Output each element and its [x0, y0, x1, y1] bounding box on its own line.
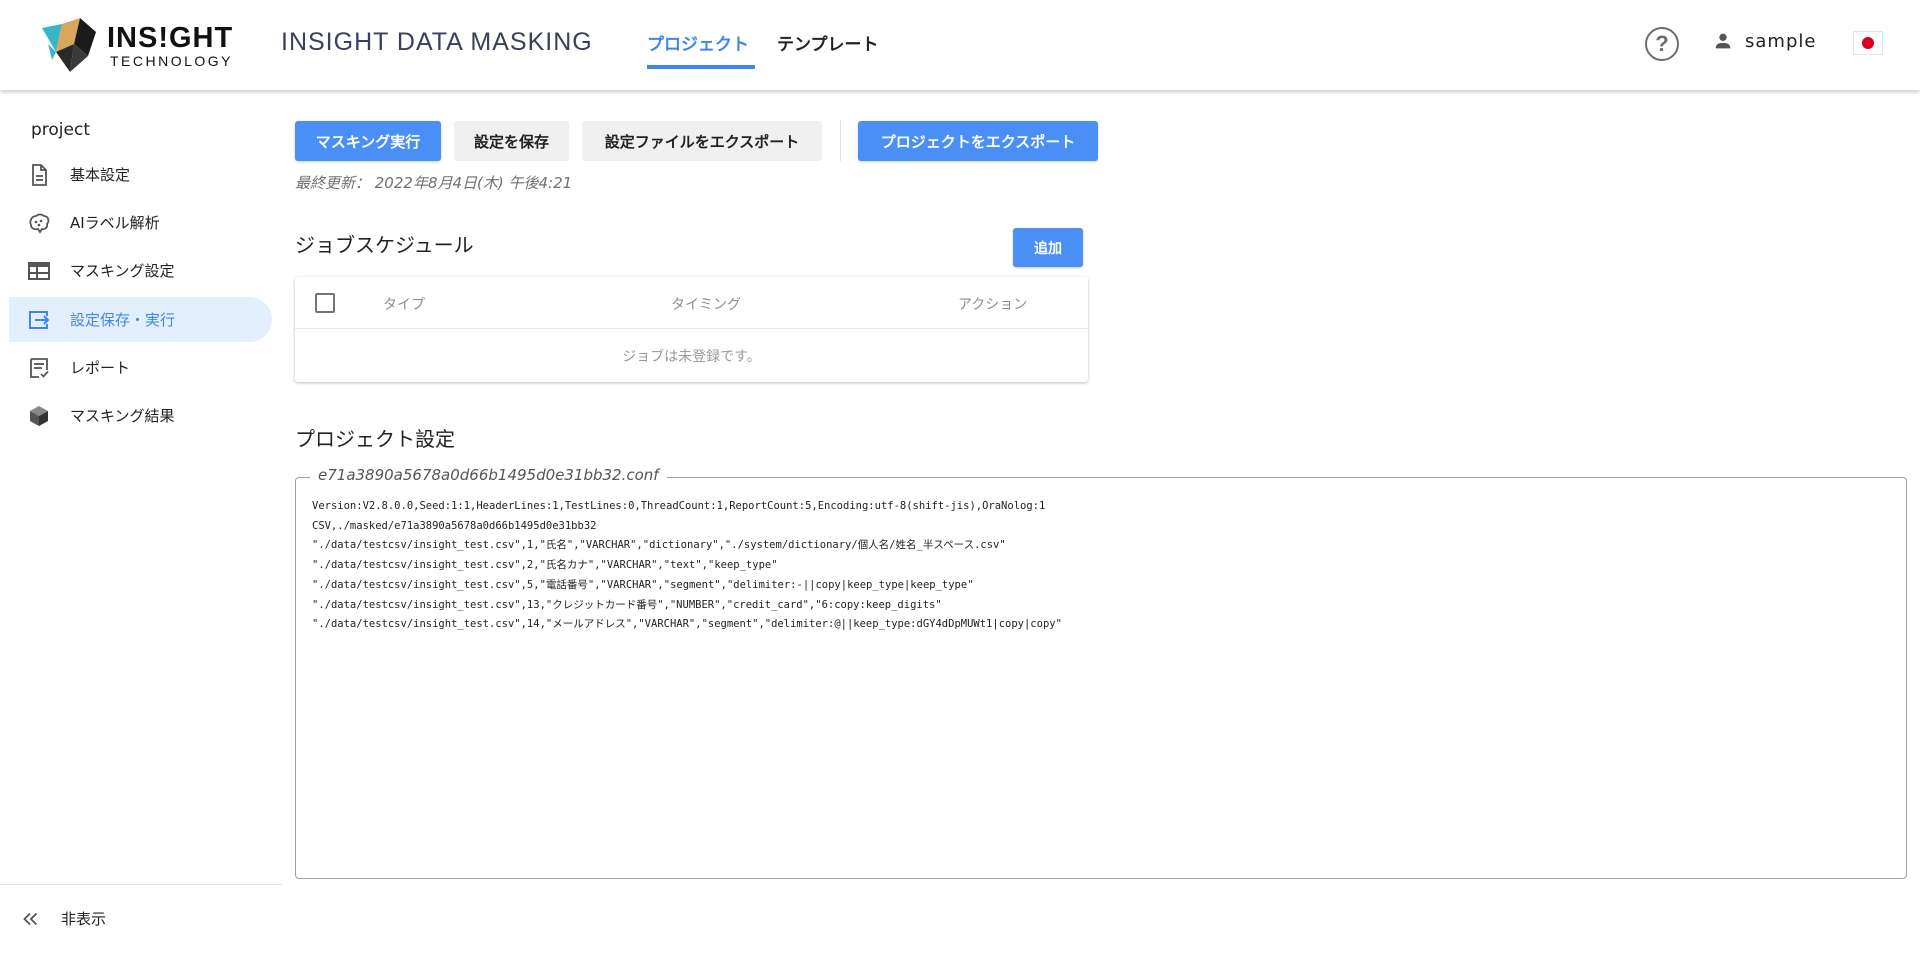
config-file-name: e71a3890a5678a0d66b1495d0e31bb32.conf — [310, 466, 667, 484]
export-project-button[interactable]: プロジェクトをエクスポート — [858, 121, 1098, 161]
save-settings-button[interactable]: 設定を保存 — [454, 121, 569, 161]
column-header-action[interactable]: アクション — [958, 294, 1027, 314]
user-name: sample — [1745, 30, 1817, 52]
empty-jobs-message: ジョブは未登録です。 — [622, 349, 761, 365]
document-icon — [32, 164, 47, 186]
hide-sidebar-label: 非表示 — [61, 910, 107, 928]
project-settings-title: プロジェクト設定 — [295, 427, 455, 451]
help-button[interactable]: ? — [1645, 27, 1679, 61]
config-line: "./data/testcsv/insight_test.csv",1,"氏名"… — [312, 539, 1006, 552]
insight-technology-logo[interactable]: INS!GHT TECHNOLOGY — [40, 14, 255, 74]
config-file-content[interactable]: Version:V2.8.0.0,Seed:1:1,HeaderLines:1,… — [312, 497, 1892, 867]
config-line: "./data/testcsv/insight_test.csv",14,"メー… — [312, 618, 1062, 631]
job-schedule-table: タイプ タイミング アクション ジョブは未登録です。 — [295, 277, 1088, 382]
last-updated-text: 最終更新： 2022年8月4日(木) 午後4:21 — [295, 174, 573, 192]
table-header: タイプ タイミング アクション — [295, 277, 1088, 329]
product-title: INSIGHT DATA MASKING — [281, 28, 593, 56]
help-icon: ? — [1655, 31, 1669, 56]
active-tab-indicator — [647, 65, 755, 69]
column-header-timing[interactable]: タイミング — [671, 294, 741, 314]
add-job-button[interactable]: 追加 — [1013, 228, 1083, 267]
run-masking-button[interactable]: マスキング実行 — [295, 121, 441, 161]
sidebar-item-masking-settings[interactable]: マスキング設定 — [9, 248, 272, 293]
logo-mark-icon — [42, 18, 96, 72]
sidebar: project 基本設定 AIラベル解析 マスキング設定 設定保存・実行 レポー… — [0, 90, 282, 959]
sidebar-item-report[interactable]: レポート — [9, 345, 272, 390]
export-icon — [29, 311, 50, 329]
brain-icon — [29, 213, 50, 234]
config-line: "./data/testcsv/insight_test.csv",2,"氏名カ… — [312, 559, 778, 572]
config-line: "./data/testcsv/insight_test.csv",5,"電話番… — [312, 578, 974, 591]
toolbar-divider — [840, 120, 841, 161]
logo-subtitle: TECHNOLOGY — [110, 53, 234, 69]
app-header: INS!GHT TECHNOLOGY INSIGHT DATA MASKING … — [0, 0, 1920, 90]
logo-wordmark: INS!GHT — [107, 22, 234, 54]
user-menu-button[interactable]: sample — [1712, 30, 1816, 52]
tab-template[interactable]: テンプレート — [777, 30, 879, 55]
sidebar-item-label: マスキング結果 — [70, 407, 175, 425]
report-icon — [30, 358, 49, 378]
config-line: CSV,./masked/e71a3890a5678a0d66b1495d0e3… — [312, 519, 597, 532]
export-config-file-button[interactable]: 設定ファイルをエクスポート — [582, 121, 822, 161]
sidebar-item-save-run[interactable]: 設定保存・実行 — [9, 297, 272, 342]
table-icon — [28, 262, 50, 280]
language-switch-button[interactable] — [1853, 31, 1883, 55]
sidebar-item-masking-results[interactable]: マスキング結果 — [9, 393, 272, 438]
config-line: Version:V2.8.0.0,Seed:1:1,HeaderLines:1,… — [312, 500, 1046, 512]
japan-flag-icon — [1862, 37, 1874, 49]
sidebar-item-ai-label[interactable]: AIラベル解析 — [9, 200, 272, 245]
select-all-checkbox[interactable] — [315, 293, 335, 313]
job-schedule-title: ジョブスケジュール — [295, 233, 474, 257]
sidebar-item-basic-settings[interactable]: 基本設定 — [9, 152, 272, 197]
config-line: "./data/testcsv/insight_test.csv",13,"クレ… — [312, 598, 942, 611]
tab-project[interactable]: プロジェクト — [647, 30, 749, 55]
double-chevron-left-icon — [23, 912, 38, 926]
person-icon — [1715, 33, 1731, 49]
cube-icon — [30, 406, 48, 426]
column-header-type[interactable]: タイプ — [383, 294, 425, 314]
sidebar-item-label: 設定保存・実行 — [70, 311, 176, 329]
sidebar-item-label: マスキング設定 — [70, 262, 175, 280]
sidebar-item-label: AIラベル解析 — [70, 214, 160, 232]
hide-sidebar-button[interactable]: 非表示 — [0, 896, 282, 941]
sidebar-item-label: レポート — [70, 359, 131, 377]
sidebar-item-label: 基本設定 — [70, 166, 131, 184]
project-name: project — [31, 120, 91, 140]
sidebar-divider — [0, 884, 282, 885]
